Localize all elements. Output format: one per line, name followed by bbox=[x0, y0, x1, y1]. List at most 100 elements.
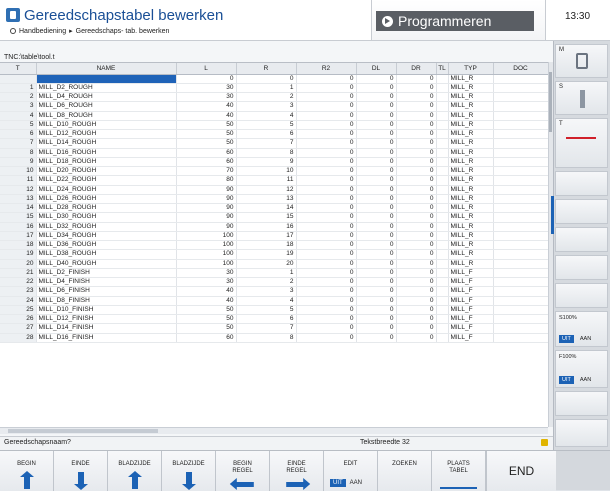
table-cell[interactable]: 1 bbox=[236, 268, 297, 279]
table-cell[interactable]: MILL_R bbox=[448, 138, 494, 149]
table-cell[interactable]: 24 bbox=[0, 296, 37, 306]
panel-button-empty[interactable] bbox=[555, 199, 608, 224]
table-cell[interactable]: 0 bbox=[396, 194, 437, 205]
table-cell[interactable]: MILL_F bbox=[448, 268, 494, 279]
table-cell[interactable]: MILL_R bbox=[448, 203, 494, 214]
table-cell[interactable]: MILL_F bbox=[448, 305, 494, 316]
table-cell[interactable]: MILL_R bbox=[448, 185, 494, 195]
table-cell[interactable]: MILL_D36_ROUGH bbox=[36, 240, 177, 251]
table-cell[interactable]: 0 bbox=[396, 166, 437, 177]
table-cell[interactable] bbox=[493, 83, 548, 94]
table-cell[interactable] bbox=[436, 83, 449, 94]
column-header[interactable]: TL bbox=[436, 63, 449, 75]
table-cell[interactable]: 0 bbox=[296, 83, 357, 94]
table-cell[interactable]: 0 bbox=[356, 203, 397, 214]
table-cell[interactable] bbox=[436, 138, 449, 149]
panel-button-empty[interactable] bbox=[555, 227, 608, 252]
table-cell[interactable]: 0 bbox=[356, 74, 397, 84]
table-row[interactable]: 15 MILL_D30_ROUGH 90 15 0 0 0 MILL_R bbox=[0, 212, 548, 223]
table-cell[interactable]: 13 bbox=[236, 194, 297, 205]
table-cell[interactable]: MILL_R bbox=[448, 175, 494, 186]
softkey-8[interactable]: ZOEKEN bbox=[378, 451, 432, 491]
table-cell[interactable]: MILL_D6_ROUGH bbox=[36, 101, 177, 112]
table-cell[interactable]: 0 bbox=[396, 157, 437, 168]
table-cell[interactable]: MILL_D16_ROUGH bbox=[36, 148, 177, 158]
table-cell[interactable]: 0 bbox=[236, 74, 297, 84]
table-cell[interactable]: 30 bbox=[176, 83, 237, 94]
table-cell[interactable] bbox=[436, 212, 449, 223]
table-cell[interactable]: 0 bbox=[296, 323, 357, 334]
table-cell[interactable]: 0 bbox=[356, 259, 397, 269]
table-cell[interactable]: MILL_D6_FINISH bbox=[36, 286, 177, 297]
table-cell[interactable]: 90 bbox=[176, 203, 237, 214]
table-cell[interactable]: 0 bbox=[296, 314, 357, 325]
table-cell[interactable]: 0 bbox=[356, 277, 397, 288]
column-header[interactable]: R bbox=[236, 63, 297, 75]
table-cell[interactable]: 0 bbox=[356, 194, 397, 205]
table-cell[interactable]: MILL_R bbox=[448, 129, 494, 140]
spindle-override-button[interactable]: S100% UIT AAN bbox=[555, 311, 608, 347]
table-cell[interactable]: 0 bbox=[296, 101, 357, 112]
table-cell[interactable] bbox=[493, 333, 548, 343]
table-cell[interactable]: 3 bbox=[0, 101, 37, 112]
table-cell[interactable] bbox=[493, 74, 548, 84]
column-header[interactable]: R2 bbox=[296, 63, 357, 75]
t-function-button[interactable]: T bbox=[555, 118, 608, 168]
table-cell[interactable]: MILL_F bbox=[448, 296, 494, 306]
table-cell[interactable]: 0 bbox=[396, 240, 437, 251]
table-cell[interactable]: 100 bbox=[176, 259, 237, 269]
table-cell[interactable]: 70 bbox=[176, 166, 237, 177]
table-row[interactable]: 1 MILL_D2_ROUGH 30 1 0 0 0 MILL_R bbox=[0, 83, 548, 94]
table-cell[interactable]: 0 bbox=[296, 268, 357, 279]
table-cell[interactable]: MILL_D2_ROUGH bbox=[36, 83, 177, 94]
table-cell[interactable] bbox=[493, 296, 548, 306]
column-header[interactable]: DL bbox=[356, 63, 397, 75]
table-cell[interactable]: MILL_R bbox=[448, 157, 494, 168]
table-row[interactable]: 19 MILL_D38_ROUGH 100 19 0 0 0 MILL_R bbox=[0, 249, 548, 260]
table-cell[interactable]: 0 bbox=[296, 203, 357, 214]
table-row[interactable]: 6 MILL_D12_ROUGH 50 6 0 0 0 MILL_R bbox=[0, 129, 548, 140]
table-cell[interactable]: 40 bbox=[176, 111, 237, 121]
table-row[interactable]: 5 MILL_D10_ROUGH 50 5 0 0 0 MILL_R bbox=[0, 120, 548, 131]
table-cell[interactable]: 0 bbox=[296, 111, 357, 121]
table-cell[interactable]: 0 bbox=[356, 120, 397, 131]
table-cell[interactable]: MILL_D10_FINISH bbox=[36, 305, 177, 316]
table-cell[interactable] bbox=[436, 296, 449, 306]
table-cell[interactable]: 0 bbox=[356, 92, 397, 103]
table-cell[interactable]: 0 bbox=[356, 175, 397, 186]
table-cell[interactable]: 5 bbox=[236, 120, 297, 131]
table-cell[interactable]: 7 bbox=[0, 138, 37, 149]
table-cell[interactable]: 0 bbox=[296, 74, 357, 84]
table-cell[interactable] bbox=[436, 314, 449, 325]
scroll-thumb[interactable] bbox=[549, 72, 552, 132]
table-cell[interactable]: 50 bbox=[176, 314, 237, 325]
table-cell[interactable]: MILL_R bbox=[448, 101, 494, 112]
table-cell[interactable]: 90 bbox=[176, 194, 237, 205]
feed-override-button[interactable]: F100% UIT AAN bbox=[555, 350, 608, 388]
table-cell[interactable]: MILL_D26_ROUGH bbox=[36, 194, 177, 205]
table-cell[interactable]: MILL_D22_ROUGH bbox=[36, 175, 177, 186]
table-cell[interactable]: 0 bbox=[396, 259, 437, 269]
table-cell[interactable]: MILL_R bbox=[448, 222, 494, 232]
table-cell[interactable]: 0 bbox=[396, 333, 437, 343]
table-cell[interactable]: 5 bbox=[236, 305, 297, 316]
table-cell[interactable] bbox=[493, 111, 548, 121]
table-cell[interactable]: 0 bbox=[356, 222, 397, 232]
table-cell[interactable]: MILL_D8_ROUGH bbox=[36, 111, 177, 121]
table-row[interactable]: 9 MILL_D18_ROUGH 60 9 0 0 0 MILL_R bbox=[0, 157, 548, 168]
table-cell[interactable]: 11 bbox=[236, 175, 297, 186]
table-cell[interactable] bbox=[493, 305, 548, 316]
table-cell[interactable]: 10 bbox=[236, 166, 297, 177]
table-cell[interactable]: 23 bbox=[0, 286, 37, 297]
table-cell[interactable]: 0 bbox=[296, 185, 357, 195]
table-cell[interactable]: MILL_F bbox=[448, 277, 494, 288]
table-cell[interactable]: MILL_R bbox=[448, 74, 494, 84]
table-cell[interactable] bbox=[493, 240, 548, 251]
table-cell[interactable]: 0 bbox=[296, 333, 357, 343]
table-cell[interactable]: 0 bbox=[356, 83, 397, 94]
mode-badge[interactable]: Programmeren bbox=[376, 11, 534, 31]
table-cell[interactable]: 0 bbox=[176, 74, 237, 84]
panel-button-empty[interactable] bbox=[555, 283, 608, 308]
table-cell[interactable]: MILL_D4_ROUGH bbox=[36, 92, 177, 103]
table-cell[interactable] bbox=[436, 259, 449, 269]
